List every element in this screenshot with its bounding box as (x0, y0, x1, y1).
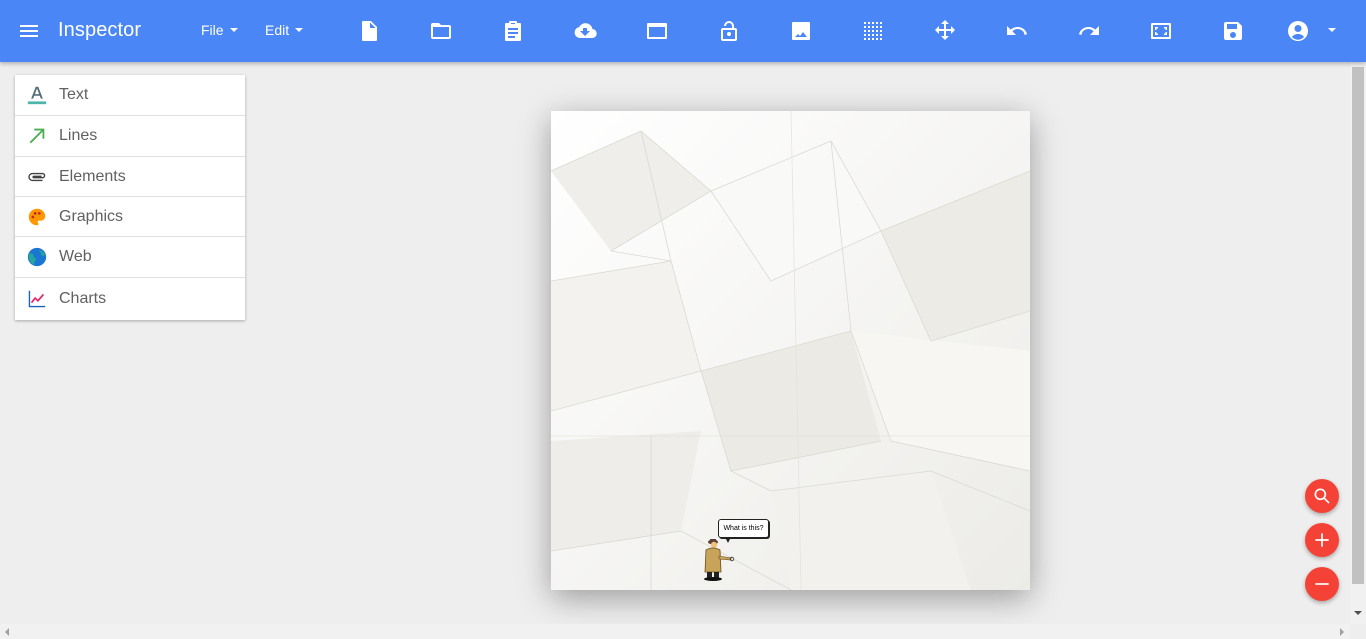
open-folder-icon[interactable] (423, 13, 459, 49)
image-icon[interactable] (783, 13, 819, 49)
fit-screen-icon[interactable] (1143, 13, 1179, 49)
detective-figure-image[interactable] (701, 536, 737, 582)
sidebar-item-graphics[interactable]: Graphics (15, 197, 245, 237)
paperclip-icon (15, 166, 59, 188)
design-canvas[interactable]: What is this? (551, 111, 1030, 590)
sidebar-item-label: Text (59, 86, 89, 103)
redo-icon[interactable] (1071, 13, 1107, 49)
edit-menu[interactable]: Edit (265, 22, 304, 38)
crumpled-paper-texture (551, 111, 1030, 590)
top-toolbar: Inspector File Edit (0, 0, 1366, 62)
file-menu[interactable]: File (201, 22, 238, 38)
sidebar-item-label: Web (59, 248, 92, 265)
undo-icon[interactable] (999, 13, 1035, 49)
account-circle-icon[interactable] (1280, 13, 1316, 49)
scroll-right-arrow-icon[interactable] (1340, 628, 1344, 636)
sidebar-item-label: Graphics (59, 207, 124, 225)
save-icon[interactable] (1215, 13, 1251, 49)
app-title: Inspector (58, 19, 142, 41)
new-document-icon[interactable] (351, 13, 387, 49)
sidebar-item-label: Elements (59, 167, 126, 185)
line-chart-icon (15, 288, 59, 310)
edit-menu-label: Edit (265, 22, 290, 38)
palette-icon (15, 206, 59, 228)
file-menu-label: File (201, 22, 224, 38)
sidebar-item-web[interactable]: Web (15, 237, 245, 278)
zoom-out-button[interactable] (1305, 567, 1339, 601)
globe-icon (15, 246, 59, 268)
zoom-in-button[interactable] (1305, 523, 1339, 557)
horizontal-scrollbar[interactable] (0, 624, 1350, 639)
chevron-down-icon (229, 28, 238, 32)
inspector-sidebar: Text Lines Elements Graphics Web Charts (15, 75, 245, 320)
zoom-search-button[interactable] (1305, 479, 1339, 513)
account-chevron-down-icon[interactable] (1328, 28, 1336, 32)
window-icon[interactable] (639, 13, 675, 49)
sidebar-item-elements[interactable]: Elements (15, 157, 245, 197)
arrow-line-icon (15, 125, 59, 147)
sidebar-item-label: Charts (59, 290, 107, 307)
chevron-down-icon (295, 28, 304, 32)
scroll-down-arrow-icon[interactable] (1354, 611, 1362, 615)
minus-icon (1315, 583, 1329, 585)
sidebar-item-text[interactable]: Text (15, 75, 245, 116)
sidebar-item-label: Lines (59, 127, 98, 144)
sidebar-item-lines[interactable]: Lines (15, 116, 245, 157)
lock-open-icon[interactable] (711, 13, 747, 49)
vertical-scrollbar[interactable] (1350, 62, 1366, 624)
search-icon (1314, 488, 1330, 504)
clipboard-icon[interactable] (495, 13, 531, 49)
vertical-scrollbar-thumb[interactable] (1352, 67, 1364, 584)
cloud-download-icon[interactable] (567, 13, 603, 49)
grid-icon[interactable] (855, 13, 891, 49)
text-icon (15, 84, 59, 106)
sidebar-item-charts[interactable]: Charts (15, 278, 245, 320)
move-icon[interactable] (927, 13, 963, 49)
scroll-left-arrow-icon[interactable] (5, 628, 9, 636)
hamburger-menu-icon[interactable] (11, 13, 47, 49)
plus-icon (1315, 533, 1329, 547)
